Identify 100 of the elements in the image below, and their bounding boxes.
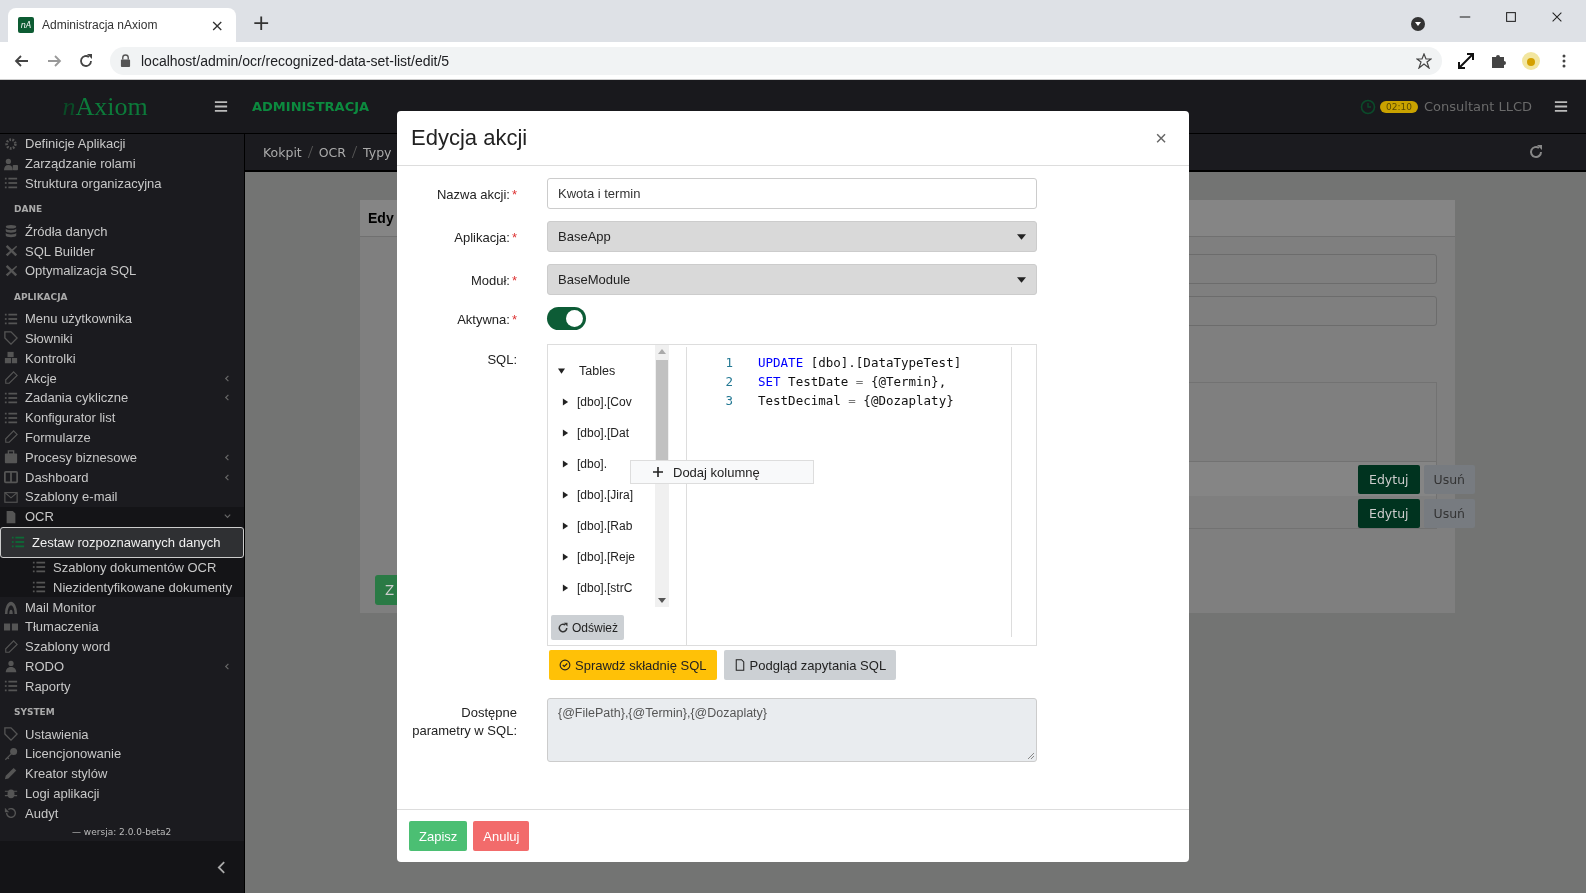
puzzle-icon[interactable]: [1490, 52, 1506, 69]
scrollbar[interactable]: [655, 345, 669, 607]
list-icon: [32, 560, 46, 575]
line-number: 2: [724, 374, 734, 389]
sidebar-item[interactable]: Szablony word: [0, 636, 244, 657]
edit-button[interactable]: Edytuj: [1358, 464, 1420, 494]
sidebar-subitem[interactable]: Szablony dokumentów OCR: [0, 557, 244, 578]
columns-icon: [4, 470, 18, 485]
tools-icon: [4, 244, 18, 259]
breadcrumb-link[interactable]: Kokpit: [263, 144, 302, 160]
sidebar-item[interactable]: Struktura organizacyjna: [0, 173, 244, 194]
tree-node[interactable]: [dbo].[Reje: [548, 541, 655, 572]
sidebar-item[interactable]: Raporty: [0, 676, 244, 697]
triangle-right-icon: [562, 459, 569, 468]
profile-dropdown-icon[interactable]: [1410, 16, 1426, 32]
tree-node[interactable]: [dbo].[Dat: [548, 417, 655, 448]
sidebar-item[interactable]: Kontrolki: [0, 348, 244, 369]
preview-button[interactable]: Podgląd zapytania SQL: [723, 650, 897, 680]
reload-icon[interactable]: [78, 52, 94, 69]
gear-icon: [4, 136, 18, 151]
envelope-icon: [4, 489, 18, 504]
sidebar-item[interactable]: Definicje Aplikacji: [0, 134, 244, 154]
code-line: UPDATE [dbo].[DataTypeTest]: [758, 355, 962, 370]
sidebar-item[interactable]: Ustawienia: [0, 724, 244, 744]
menu-icon[interactable]: [1554, 100, 1568, 113]
parameters-field[interactable]: {@FilePath},{@Termin},{@Dozaplaty}: [547, 698, 1037, 762]
sidebar-item[interactable]: Tłumaczenia: [0, 616, 244, 637]
sidebar-item[interactable]: Źródła danych: [0, 221, 244, 242]
dropdown[interactable]: BaseApp: [547, 221, 1037, 252]
tree-node[interactable]: [dbo].[strC: [548, 572, 655, 603]
field-label: SQL:: [486, 351, 517, 369]
star-icon[interactable]: [1416, 52, 1432, 69]
sidebar-item[interactable]: OCR: [0, 506, 244, 527]
toggle-switch[interactable]: [547, 307, 586, 330]
forward-icon[interactable]: [46, 52, 62, 69]
close-tab-button[interactable]: ×: [208, 15, 226, 35]
context-menu[interactable]: Dodaj kolumnę: [630, 460, 814, 484]
sidebar-subitem[interactable]: Zestaw rozpoznawanych danych: [0, 526, 244, 558]
sidebar-item[interactable]: Optymalizacja SQL: [0, 261, 244, 281]
browser-tab[interactable]: nA Administracja nAxiom ×: [8, 8, 236, 42]
caret-icon: [1017, 276, 1026, 283]
triangle-right-icon: [562, 521, 569, 530]
users-icon: [4, 156, 18, 171]
edit-button[interactable]: Edytuj: [1358, 498, 1420, 528]
close-button[interactable]: ×: [1149, 125, 1173, 151]
sidebar-item[interactable]: SQL Builder: [0, 241, 244, 261]
refresh-icon: [557, 621, 569, 634]
brush-icon: [4, 766, 18, 781]
close-icon[interactable]: [1550, 10, 1564, 24]
back-icon[interactable]: [14, 52, 30, 69]
sidebar-item[interactable]: Menu użytkownika: [0, 308, 244, 329]
tree-node[interactable]: [dbo].[Cov: [548, 386, 655, 417]
sidebar-item[interactable]: Procesy biznesowe: [0, 447, 244, 468]
sidebar-item[interactable]: Kreator stylów: [0, 763, 244, 784]
tag-icon: [4, 727, 18, 741]
expand-icon[interactable]: [1458, 52, 1474, 69]
resize-grip-icon[interactable]: [1026, 751, 1034, 759]
chevron-left-icon[interactable]: [217, 860, 226, 874]
sidebar-item[interactable]: Akcje: [0, 368, 244, 388]
field-label: Moduł:*: [469, 272, 517, 290]
scroll-down-icon[interactable]: [658, 598, 666, 603]
sidebar-item[interactable]: Zadania cykliczne: [0, 387, 244, 408]
section-heading: DANE: [13, 203, 44, 217]
breadcrumb-link[interactable]: OCR: [318, 144, 347, 160]
sidebar-item[interactable]: Słowniki: [0, 328, 244, 349]
refresh-icon[interactable]: [1528, 144, 1544, 160]
chevron-left-icon: [223, 661, 232, 671]
menu-icon[interactable]: [214, 100, 228, 113]
address-field[interactable]: localhost/admin/ocr/recognized-data-set-list/edit/5: [110, 46, 1442, 75]
person-icon: [4, 659, 18, 674]
tools-icon: [4, 263, 18, 278]
section-heading: SYSTEM: [13, 706, 56, 720]
sidebar-item[interactable]: RODO: [0, 656, 244, 677]
sidebar-subitem[interactable]: Niezidentyfikowane dokumenty: [0, 577, 244, 598]
sidebar-item[interactable]: Logi aplikacji: [0, 783, 244, 804]
briefcase-icon: [4, 450, 18, 465]
name-field[interactable]: Kwota i termin: [547, 178, 1037, 209]
sidebar-item[interactable]: Dashboard: [0, 467, 244, 487]
line-number: 1: [724, 355, 734, 370]
tree-node[interactable]: [dbo].[Rab: [548, 510, 655, 541]
sidebar-item[interactable]: Audyt: [0, 803, 244, 824]
refresh-button[interactable]: Odśwież: [551, 615, 624, 640]
check-syntax-button[interactable]: Sprawdź składnię SQL: [549, 650, 717, 680]
sidebar-item[interactable]: Mail Monitor: [0, 597, 244, 617]
new-tab-button[interactable]: +: [246, 9, 277, 36]
dropdown[interactable]: BaseModule: [547, 264, 1037, 295]
sidebar-item[interactable]: Licencjonowanie: [0, 743, 244, 764]
sidebar-item[interactable]: Formularze: [0, 427, 244, 448]
field-label: Aplikacja:*: [453, 229, 517, 247]
breadcrumb-link[interactable]: Typy: [363, 144, 392, 160]
maximize-icon[interactable]: [1504, 10, 1518, 24]
cubes-icon: [4, 351, 18, 366]
field-label: Nazwa akcji:*: [435, 186, 517, 204]
sidebar-item[interactable]: Konfigurator list: [0, 407, 244, 428]
version-label: — wersja: 2.0.0-beta2: [71, 827, 173, 839]
sidebar-item[interactable]: Szablony e-mail: [0, 486, 244, 507]
sidebar-item[interactable]: Zarządzanie rolami: [0, 153, 244, 174]
tree-node[interactable]: Tables: [548, 355, 655, 386]
section-heading: APLIKACJA: [13, 290, 69, 304]
plus-icon: [653, 467, 663, 477]
